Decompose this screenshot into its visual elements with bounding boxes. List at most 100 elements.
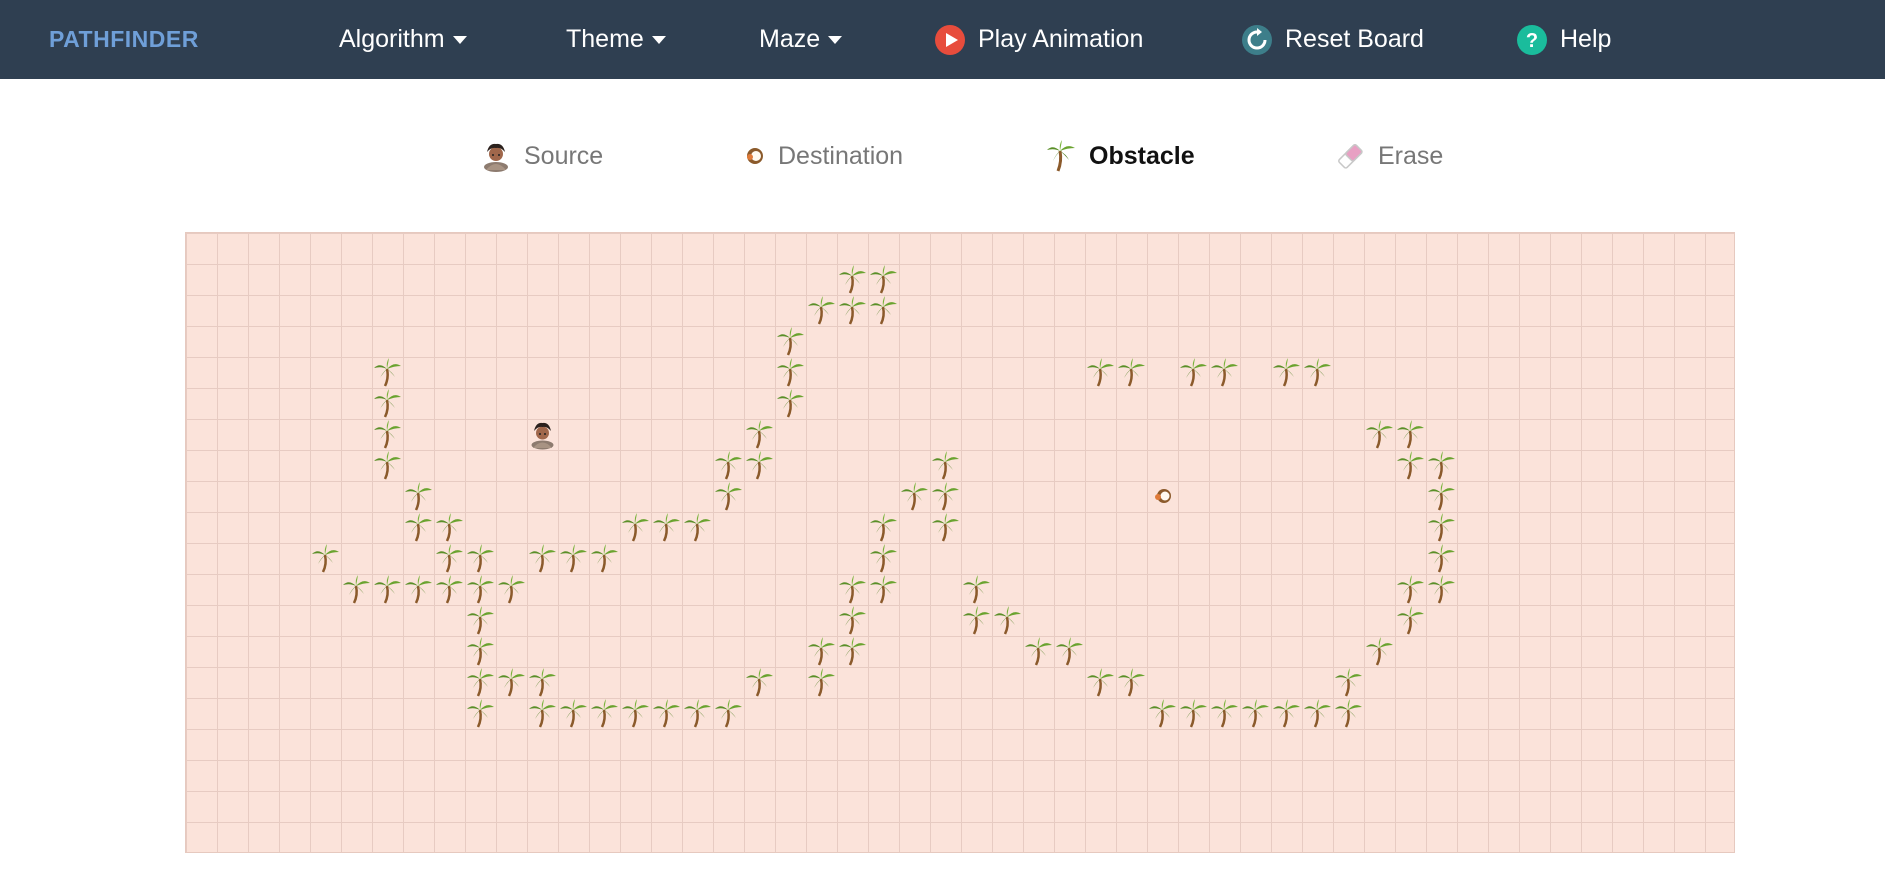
palm-tree-icon [777,358,804,387]
palm-tree-icon [622,513,649,542]
palm-tree-icon [436,513,463,542]
algorithm-label: Algorithm [339,25,445,53]
palm-tree-icon [343,575,370,604]
palm-tree-icon [839,606,866,635]
maze-dropdown[interactable]: Maze [759,0,843,79]
palm-tree-icon [467,668,494,697]
palm-tree-icon [498,668,525,697]
palm-tree-icon [1366,420,1393,449]
palm-tree-icon [994,606,1021,635]
palm-tree-icon [1242,699,1269,728]
palm-tree-icon [436,575,463,604]
coconut-icon [747,148,763,164]
palm-tree-icon [1180,699,1207,728]
theme-label: Theme [566,25,644,53]
palm-tree-icon [653,513,680,542]
palm-tree-icon [870,513,897,542]
eraser-icon [1338,144,1363,169]
palm-tree-icon [870,575,897,604]
help-label: Help [1560,25,1612,53]
palm-tree-icon [1304,358,1331,387]
palm-tree-icon [1273,699,1300,728]
legend-source[interactable]: Source [480,134,603,178]
palm-tree-icon [405,482,432,511]
palm-tree-icon [1428,544,1455,573]
theme-dropdown[interactable]: Theme [566,0,666,79]
palm-tree-icon [808,637,835,666]
palm-tree-icon [467,637,494,666]
palm-tree-icon [374,451,401,480]
palm-tree-icon [808,668,835,697]
palm-tree-icon [932,451,959,480]
palm-tree-icon [1118,358,1145,387]
palm-tree-icon [1397,420,1424,449]
palm-tree-icon [839,265,866,294]
palm-tree-icon [1428,575,1455,604]
palm-tree-icon [374,358,401,387]
palm-tree-icon [839,575,866,604]
person-icon [484,143,508,172]
palm-tree-icon [870,265,897,294]
palm-tree-icon [1056,637,1083,666]
palm-tree-icon [963,606,990,635]
palm-tree-icon [1397,575,1424,604]
palm-tree-icon [1211,358,1238,387]
palm-tree-icon [777,327,804,356]
palm-tree-icon [374,420,401,449]
algorithm-dropdown[interactable]: Algorithm [339,0,467,79]
palm-tree-icon [467,699,494,728]
legend-destination[interactable]: Destination [744,134,903,178]
palm-tree-icon [1397,606,1424,635]
palm-tree-icon [1335,668,1362,697]
palm-tree-icon [529,544,556,573]
palm-tree-icon [467,575,494,604]
palm-tree-icon [932,482,959,511]
reset-board-label: Reset Board [1285,25,1424,53]
palm-tree-icon [1428,513,1455,542]
palm-tree-icon [1087,668,1114,697]
palm-tree-icon [1304,699,1331,728]
palm-tree-icon [963,575,990,604]
palm-tree-icon [1087,358,1114,387]
refresh-icon [1242,24,1272,55]
source-person-icon [531,422,554,450]
legend-erase[interactable]: Erase [1334,134,1443,178]
play-animation-button[interactable]: Play Animation [935,0,1143,79]
legend-obstacle-label: Obstacle [1089,141,1195,170]
palm-tree-icon [746,420,773,449]
play-icon [935,24,965,55]
palm-tree-icon [1397,451,1424,480]
palm-tree-icon [529,699,556,728]
palm-tree-icon [870,544,897,573]
palm-tree-icon [560,699,587,728]
caret-down-icon [452,35,467,44]
brand-logo[interactable]: PATHFINDER [49,0,199,79]
navbar: PATHFINDER Algorithm Theme Maze Play Ani… [0,0,1885,79]
palm-tree-icon [932,513,959,542]
palm-tree-icon [467,544,494,573]
palm-tree-icon [684,699,711,728]
pathfinding-grid[interactable] [185,232,1735,853]
reset-board-button[interactable]: Reset Board [1242,0,1424,79]
palm-tree-icon [591,699,618,728]
palm-tree-icon [715,699,742,728]
palm-tree-icon [405,575,432,604]
palm-tree-icon [529,668,556,697]
palm-tree-icon [591,544,618,573]
palm-tree-icon [374,389,401,418]
palm-tree-icon [1335,699,1362,728]
palm-tree-icon [901,482,928,511]
palm-tree-icon [1118,668,1145,697]
play-animation-label: Play Animation [978,25,1144,53]
palm-tree-icon [1149,699,1176,728]
palm-tree-icon [808,296,835,325]
destination-coconut-icon [1155,489,1171,503]
palm-tree-icon [374,575,401,604]
legend-obstacle[interactable]: Obstacle [1045,134,1195,178]
palm-tree-icon [746,451,773,480]
palm-tree-icon [839,637,866,666]
palm-tree-icon [498,575,525,604]
help-button[interactable]: ? Help [1517,0,1611,79]
palm-tree-icon [777,389,804,418]
palm-tree-icon [870,296,897,325]
